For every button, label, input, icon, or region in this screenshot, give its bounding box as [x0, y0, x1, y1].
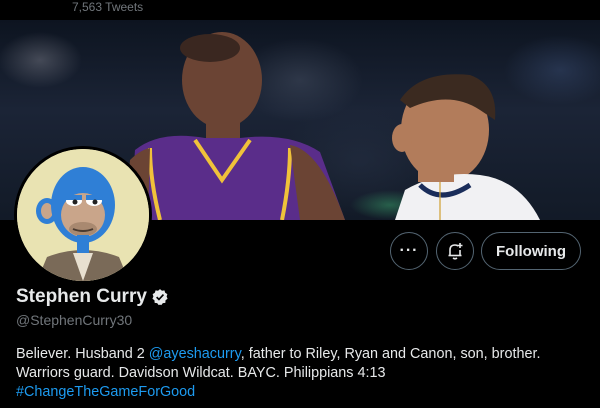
banner-player-right: [392, 74, 540, 220]
verified-badge-icon[interactable]: [151, 288, 169, 306]
bored-ape-avatar-icon: [17, 149, 149, 281]
name-row: Stephen Curry: [16, 286, 169, 308]
notifications-button[interactable]: [436, 232, 474, 270]
avatar-image: [17, 149, 149, 281]
hashtag-link[interactable]: #ChangeTheGameForGood: [16, 384, 195, 400]
bio-line-3: #ChangeTheGameForGood: [16, 383, 586, 402]
mention-link[interactable]: @ayeshacurry: [149, 346, 241, 362]
tweet-count: 7,563 Tweets: [72, 0, 144, 14]
bio-text: Believer. Husband 2: [16, 346, 149, 362]
top-bar: 7,563 Tweets: [0, 0, 600, 20]
following-button[interactable]: Following: [481, 232, 581, 270]
profile-bio: Believer. Husband 2 @ayeshacurry, father…: [16, 345, 586, 402]
user-handle: @StephenCurry30: [16, 312, 133, 328]
bio-line-2: Warriors guard. Davidson Wildcat. BAYC. …: [16, 365, 386, 381]
display-name: Stephen Curry: [16, 286, 147, 307]
avatar[interactable]: [14, 146, 152, 284]
banner-player-left: [125, 32, 345, 220]
bell-plus-icon: [448, 243, 463, 260]
bio-line-1: Believer. Husband 2 @ayeshacurry, father…: [16, 345, 586, 364]
bio-text: , father to Riley, Ryan and Canon, son, …: [240, 346, 541, 362]
more-icon: ···: [399, 242, 419, 259]
more-options-button[interactable]: ···: [390, 232, 428, 270]
